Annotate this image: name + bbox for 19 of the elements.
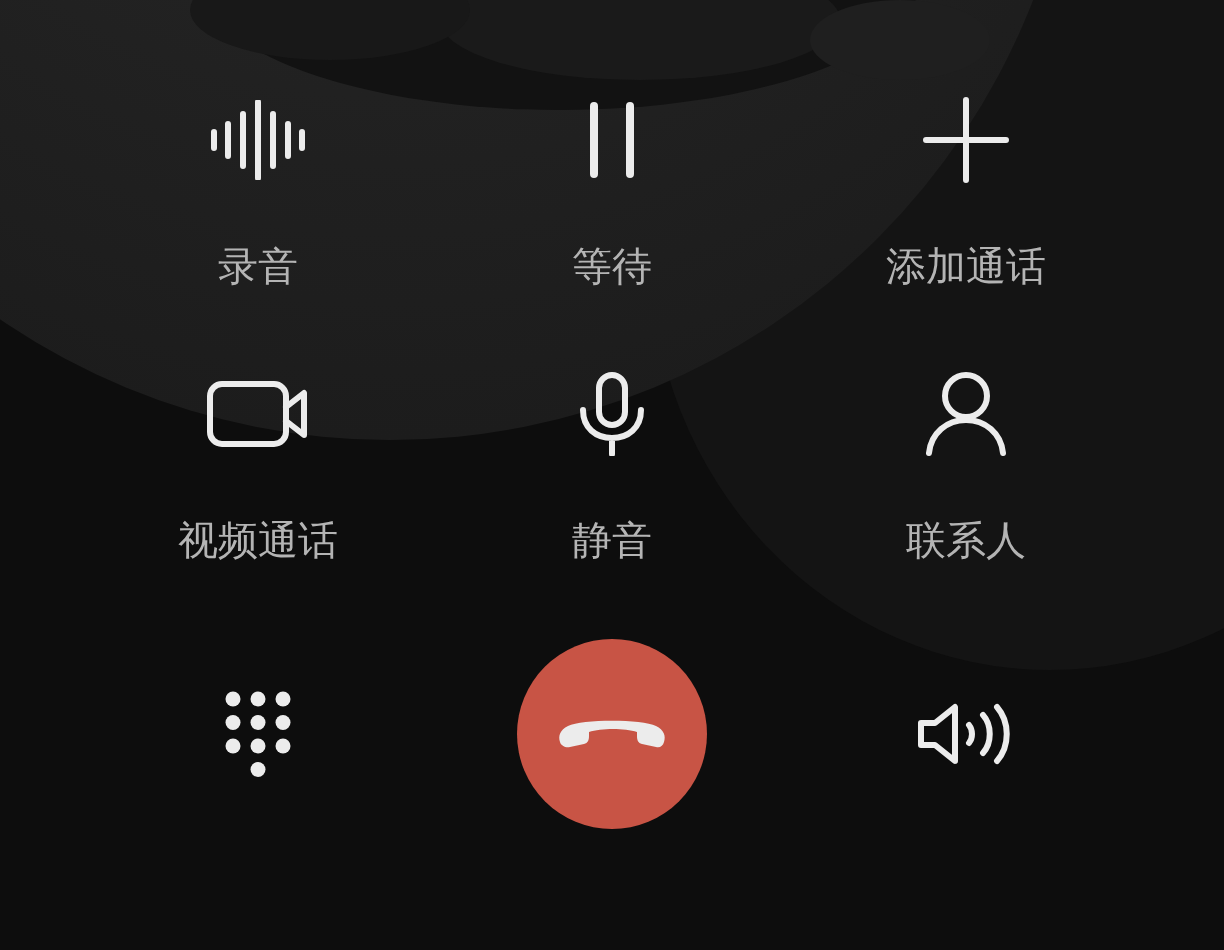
call-action-button[interactable]: 静音 bbox=[435, 370, 789, 564]
call-action-button[interactable]: 等待 bbox=[435, 96, 789, 290]
call-action-button[interactable]: 添加通话 bbox=[789, 96, 1143, 290]
dialpad-icon[interactable] bbox=[225, 691, 291, 777]
action-label: 视频通话 bbox=[178, 516, 338, 564]
action-label: 录音 bbox=[218, 242, 298, 290]
pause-icon bbox=[590, 102, 634, 178]
action-label: 联系人 bbox=[906, 516, 1026, 564]
action-label: 添加通话 bbox=[886, 242, 1046, 290]
plus-icon bbox=[923, 97, 1009, 183]
call-action-button[interactable]: 联系人 bbox=[789, 370, 1143, 564]
video-camera-icon bbox=[207, 381, 309, 447]
action-label: 静音 bbox=[572, 516, 652, 564]
waveform-icon bbox=[210, 100, 306, 180]
microphone-icon bbox=[579, 372, 645, 456]
call-action-button[interactable]: 视频通话 bbox=[81, 370, 435, 564]
call-action-button[interactable]: 录音 bbox=[81, 96, 435, 290]
action-label: 等待 bbox=[572, 242, 652, 290]
person-icon bbox=[925, 372, 1007, 456]
